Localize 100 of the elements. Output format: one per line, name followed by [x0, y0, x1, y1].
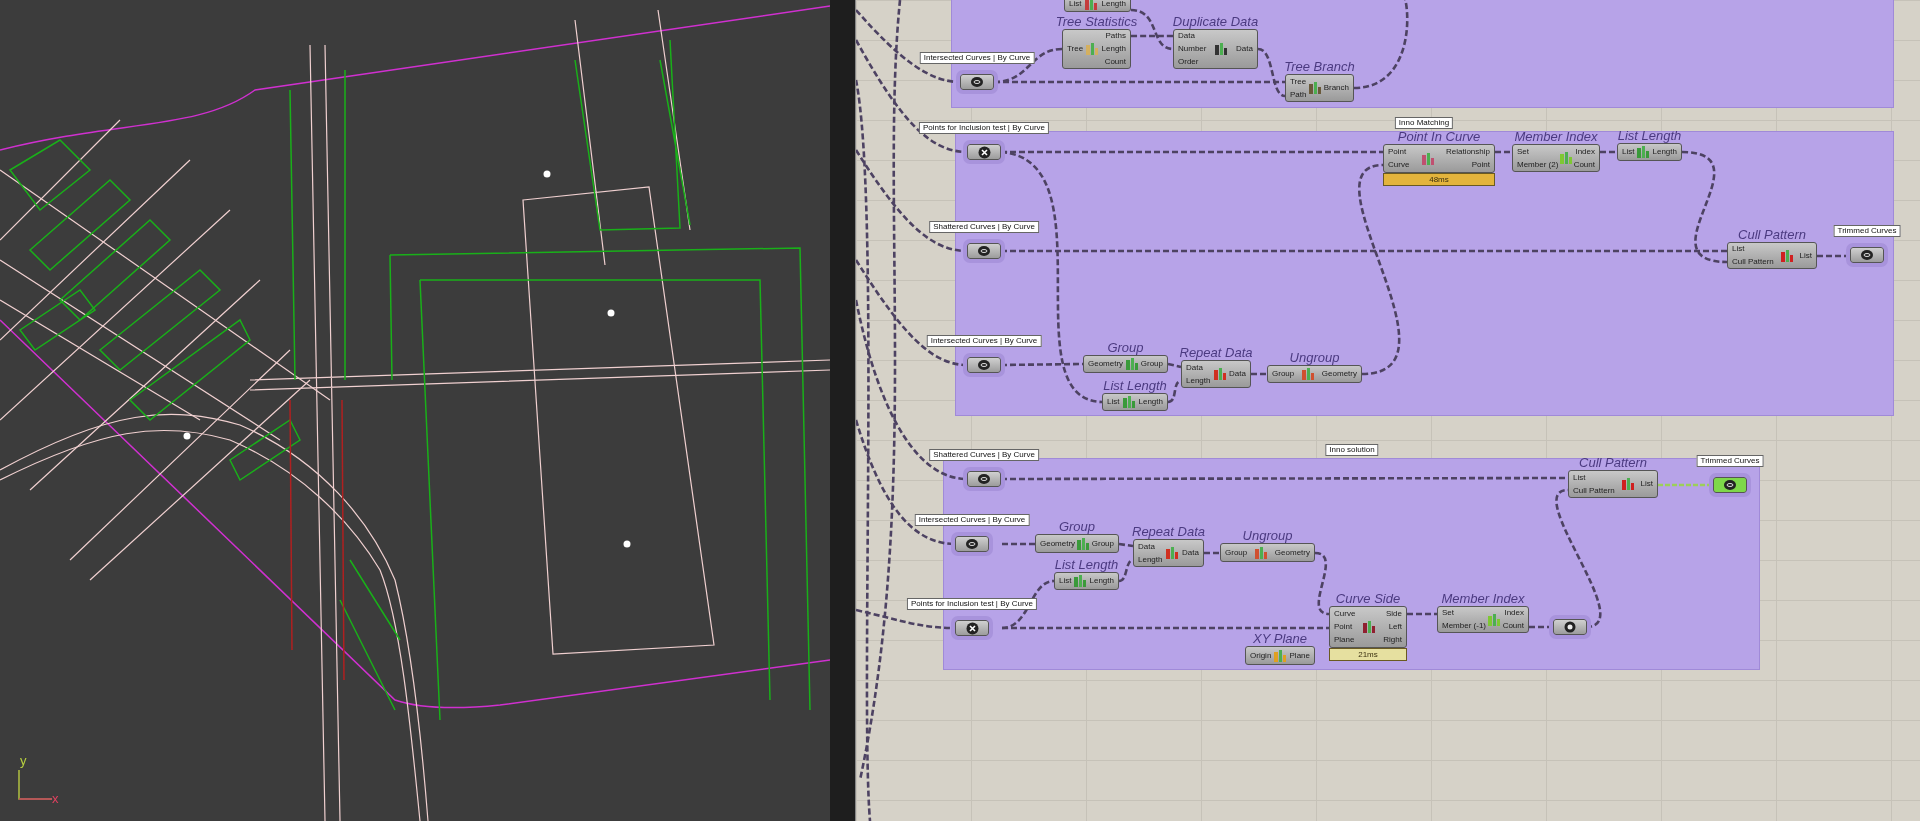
component-node[interactable]: List Length [1102, 393, 1168, 411]
component-icon [1076, 536, 1091, 551]
component-node[interactable]: List Cull Pattern List [1727, 242, 1817, 269]
port-label: Member (2) [1517, 160, 1559, 169]
component-icon [1124, 357, 1139, 371]
port-label: Group [1091, 539, 1114, 548]
axis-label: y [20, 754, 27, 767]
curve-param-icon [1723, 479, 1737, 491]
component-icon [1559, 151, 1573, 165]
component-node[interactable]: List Length [1617, 143, 1682, 161]
component-node[interactable]: Data Number Order Data [1173, 29, 1258, 69]
port-label: List [1573, 473, 1586, 482]
component-title: Cull Pattern [1738, 228, 1806, 241]
port-label: Number [1178, 45, 1207, 53]
component-title: Group [1058, 520, 1096, 533]
port-label: Curve [1334, 609, 1356, 618]
component-node[interactable]: Set Member (2) Index Count [1512, 144, 1600, 172]
component-node[interactable]: Group Geometry [1220, 543, 1315, 562]
point-param-icon [977, 145, 991, 159]
component-title: Member Index [1441, 592, 1525, 605]
port-label: Side [1386, 609, 1402, 618]
port-label: Length [1138, 398, 1163, 406]
port-label: Data [1138, 542, 1155, 551]
port-label: Geometry [1321, 370, 1357, 378]
port-label: Plane [1334, 636, 1355, 645]
curve-param-icon [977, 473, 991, 485]
port-label: Tree [1290, 77, 1307, 86]
component-node[interactable]: Set Member (-1) Index Count [1437, 606, 1529, 633]
port-label: List [1640, 480, 1653, 488]
port-label: Right [1383, 636, 1402, 645]
port-label: Curve [1388, 161, 1410, 170]
component-node[interactable]: Data Length Data [1133, 539, 1204, 567]
port-label: Length [1101, 0, 1126, 8]
component-icon [1084, 0, 1099, 11]
port-label: Data [1229, 370, 1246, 378]
component-icon [1214, 42, 1229, 56]
component-icon [1779, 248, 1794, 263]
component-icon [1362, 620, 1377, 634]
component-title: List Length [1054, 558, 1119, 571]
port-label: Group [1140, 360, 1163, 368]
component-node[interactable]: List Length [1064, 0, 1131, 12]
component-icon [1085, 42, 1100, 56]
component-node[interactable]: Origin Plane [1245, 646, 1315, 665]
component-icon [1073, 574, 1088, 588]
component-node[interactable]: Geometry Group [1083, 355, 1168, 373]
component-icon [1420, 151, 1435, 166]
component-node[interactable]: Point Curve Relationship Point [1383, 144, 1495, 173]
component-icon [1308, 81, 1323, 95]
component-node[interactable]: List Length [1054, 572, 1119, 590]
component-icon [1273, 648, 1288, 663]
component-title: Cull Pattern [1579, 456, 1647, 469]
port-label: List [1622, 148, 1635, 156]
port-label: Geometry [1274, 548, 1310, 557]
component-node[interactable]: Curve Point Plane Side Left Right [1329, 606, 1407, 648]
port-label: Index [1575, 147, 1595, 156]
component-icon [1301, 367, 1316, 381]
component-node[interactable]: Tree Path Branch [1285, 74, 1354, 102]
port-label: Group [1272, 370, 1295, 378]
port-label: Path [1290, 90, 1307, 99]
component-icon [1122, 395, 1136, 409]
param-tooltip: Shattered Curves | By Curve [929, 221, 1039, 233]
curve-param-icon [965, 538, 979, 550]
timing-bar: 21ms [1329, 648, 1407, 661]
axis-icon [18, 770, 52, 800]
port-label: Length [1652, 148, 1677, 156]
component-title: Tree Branch [1284, 60, 1355, 73]
port-label: List [1732, 245, 1745, 254]
component-title: XY Plane [1253, 632, 1307, 645]
port-label: Plane [1289, 651, 1310, 660]
port-label: Geometry [1088, 360, 1124, 368]
component-node[interactable]: Group Geometry [1267, 365, 1362, 383]
component-icon [1487, 612, 1502, 627]
group-label: Inno Matching [1394, 117, 1454, 129]
port-label: Order [1178, 57, 1199, 66]
component-title: Group [1107, 341, 1144, 354]
port-label: Paths [1105, 32, 1126, 41]
port-label: Point [1388, 147, 1407, 156]
component-node[interactable]: List Cull Pattern List [1568, 470, 1658, 498]
port-label: Length [1138, 555, 1163, 564]
port-label: Origin [1250, 651, 1272, 660]
component-title: Repeat Data [1179, 346, 1253, 359]
component-node[interactable]: Geometry Group [1035, 534, 1119, 553]
param-tooltip: Trimmed Curves [1696, 455, 1764, 467]
component-icon [1212, 367, 1227, 381]
component-icon [1254, 545, 1269, 560]
component-node[interactable]: Tree Paths Length Count [1062, 29, 1131, 69]
port-label: Length [1089, 577, 1114, 585]
port-label: Count [1573, 160, 1595, 169]
port-label: Tree [1067, 45, 1084, 53]
component-title: Curve Side [1335, 592, 1401, 605]
component-title: Repeat Data [1132, 525, 1205, 538]
port-label: Index [1504, 609, 1524, 618]
axis-label: x [52, 792, 59, 805]
param-tooltip: Shattered Curves | By Curve [929, 449, 1039, 461]
port-label: List [1069, 0, 1082, 8]
component-title: Tree Statistics [1055, 15, 1138, 28]
param-tooltip: Intersected Curves | By Curve [919, 52, 1035, 64]
port-label: Group [1225, 548, 1248, 557]
port-label: Length [1186, 376, 1211, 385]
component-node[interactable]: Data Length Data [1181, 360, 1251, 388]
